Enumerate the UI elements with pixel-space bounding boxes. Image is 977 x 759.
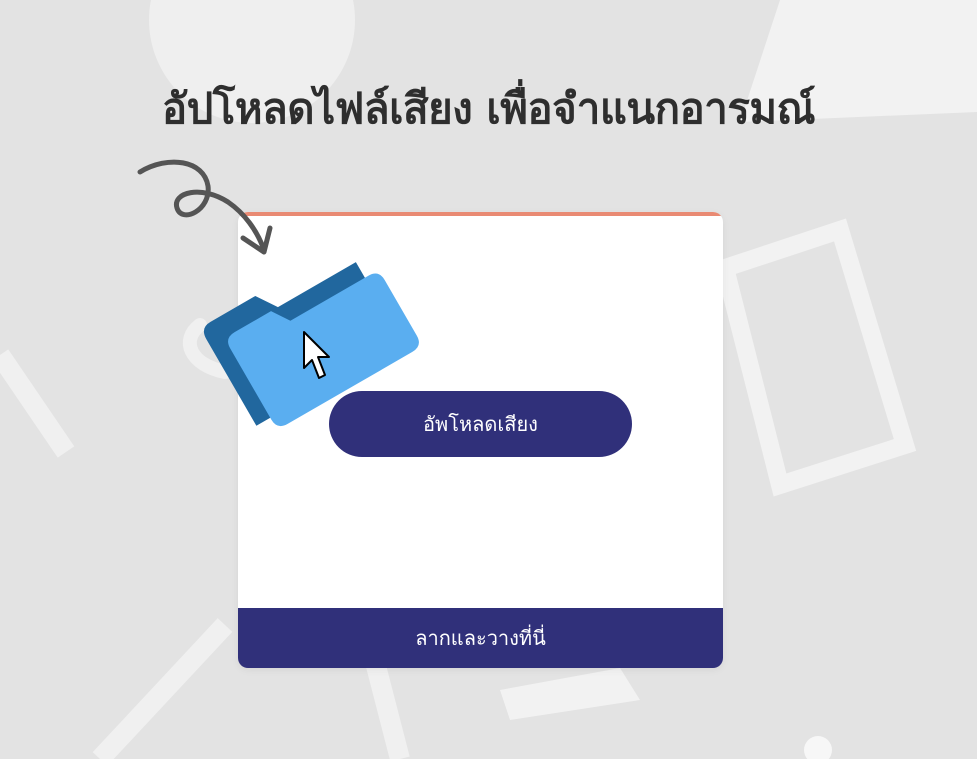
drop-zone[interactable]: ลากและวางที่นี่ — [238, 608, 723, 668]
curved-arrow-icon — [137, 159, 273, 255]
folder-icon — [203, 262, 419, 427]
page-title: อัปโหลดไฟล์เสียง เพื่อจำแนกอารมณ์ — [161, 84, 816, 134]
upload-illustration — [137, 159, 419, 427]
drop-zone-label: ลากและวางที่นี่ — [415, 626, 546, 650]
